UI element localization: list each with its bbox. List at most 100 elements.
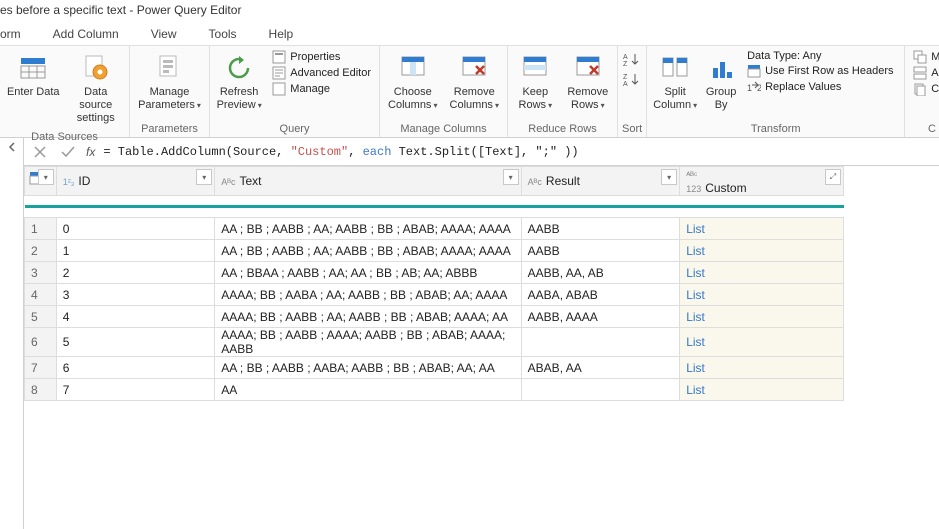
remove-columns-button[interactable]: RemoveColumns: [446, 48, 504, 116]
cell-id[interactable]: 3: [56, 284, 215, 306]
filter-button[interactable]: ▾: [661, 169, 677, 185]
keep-rows-button[interactable]: KeepRows: [512, 48, 559, 116]
enter-data-button[interactable]: Enter Data: [4, 48, 63, 103]
check-icon: [61, 146, 75, 158]
cell-custom[interactable]: List: [680, 284, 844, 306]
menu-add-column[interactable]: Add Column: [53, 27, 119, 41]
column-header-custom[interactable]: ᴬᴮᶜ123Custom⤢: [680, 167, 844, 196]
confirm-formula-button[interactable]: [58, 142, 78, 162]
cell-result[interactable]: AABB: [521, 218, 680, 240]
cell-result[interactable]: ABAB, AA: [521, 357, 680, 379]
cancel-formula-button[interactable]: [30, 142, 50, 162]
data-grid: ▾ 1²₃ID▾ AᴮᴄText▾ AᴮᴄResult▾ ᴬᴮᶜ123Custo…: [24, 166, 844, 401]
cell-text[interactable]: AA ; BBAA ; AABB ; AA; AA ; BB ; AB; AA;…: [215, 262, 521, 284]
table-row[interactable]: 87AA List: [25, 379, 844, 401]
cell-text[interactable]: AA ; BB ; AABB ; AABA; AABB ; BB ; ABAB;…: [215, 357, 521, 379]
queries-pane-toggle[interactable]: [0, 138, 24, 529]
filter-button[interactable]: ▾: [503, 169, 519, 185]
cell-custom[interactable]: List: [680, 328, 844, 357]
row-number[interactable]: 8: [25, 379, 57, 401]
data-source-settings-button[interactable]: Data source settings: [67, 48, 126, 129]
append-queries-button[interactable]: App: [913, 66, 939, 80]
chevron-left-icon: [7, 142, 17, 152]
formula-input[interactable]: = Table.AddColumn(Source, "Custom", each…: [103, 145, 578, 159]
combine-files-button[interactable]: Cor: [913, 82, 939, 96]
row-number[interactable]: 6: [25, 328, 57, 357]
cell-text[interactable]: AA: [215, 379, 521, 401]
advanced-editor-icon: [272, 66, 286, 80]
cell-text[interactable]: AA ; BB ; AABB ; AA; AABB ; BB ; ABAB; A…: [215, 218, 521, 240]
table-row[interactable]: 10AA ; BB ; AABB ; AA; AABB ; BB ; ABAB;…: [25, 218, 844, 240]
refresh-preview-button[interactable]: RefreshPreview: [214, 48, 264, 116]
menu-help[interactable]: Help: [269, 27, 294, 41]
merge-icon: [913, 50, 927, 64]
svg-text:Z: Z: [623, 74, 628, 81]
sort-asc-button[interactable]: AZ: [623, 52, 641, 68]
text-type-icon: Aᴮᴄ: [221, 177, 235, 187]
cell-custom[interactable]: List: [680, 379, 844, 401]
choose-columns-button[interactable]: ChooseColumns: [384, 48, 442, 116]
menu-tools[interactable]: Tools: [209, 27, 237, 41]
merge-queries-button[interactable]: Mer: [913, 50, 939, 64]
table-row[interactable]: 76AA ; BB ; AABB ; AABA; AABB ; BB ; ABA…: [25, 357, 844, 379]
remove-rows-button[interactable]: RemoveRows: [563, 48, 613, 116]
table-row[interactable]: 54AAAA; BB ; AABB ; AA; AABB ; BB ; ABAB…: [25, 306, 844, 328]
first-row-headers-button[interactable]: Use First Row as Headers: [747, 64, 897, 78]
sort-desc-button[interactable]: ZA: [623, 72, 641, 88]
filter-button[interactable]: ▾: [196, 169, 212, 185]
cell-text[interactable]: AAAA; BB ; AABB ; AAAA; AABB ; BB ; ABAB…: [215, 328, 521, 357]
menu-view[interactable]: View: [151, 27, 177, 41]
cell-text[interactable]: AAAA; BB ; AABA ; AA; AABB ; BB ; ABAB; …: [215, 284, 521, 306]
cell-text[interactable]: AA ; BB ; AABB ; AA; AABB ; BB ; ABAB; A…: [215, 240, 521, 262]
cell-id[interactable]: 7: [56, 379, 215, 401]
cell-result[interactable]: [521, 379, 680, 401]
manage-parameters-button[interactable]: ManageParameters: [134, 48, 205, 116]
manage-button[interactable]: Manage: [272, 82, 371, 96]
column-header-id[interactable]: 1²₃ID▾: [56, 167, 215, 196]
cell-custom[interactable]: List: [680, 357, 844, 379]
gear-page-icon: [80, 52, 112, 84]
manage-icon: [272, 82, 286, 96]
cell-result[interactable]: AABA, ABAB: [521, 284, 680, 306]
column-header-result[interactable]: AᴮᴄResult▾: [521, 167, 680, 196]
cell-result[interactable]: AABB, AAAA: [521, 306, 680, 328]
cell-result[interactable]: AABB: [521, 240, 680, 262]
cell-result[interactable]: [521, 328, 680, 357]
table-row[interactable]: 21AA ; BB ; AABB ; AA; AABB ; BB ; ABAB;…: [25, 240, 844, 262]
cell-id[interactable]: 2: [56, 262, 215, 284]
row-number[interactable]: 4: [25, 284, 57, 306]
replace-values-button[interactable]: 12 Replace Values: [747, 80, 897, 94]
cell-custom[interactable]: List: [680, 240, 844, 262]
cell-custom[interactable]: List: [680, 218, 844, 240]
properties-button[interactable]: Properties: [272, 50, 371, 64]
cell-custom[interactable]: List: [680, 262, 844, 284]
table-row[interactable]: 65AAAA; BB ; AABB ; AAAA; AABB ; BB ; AB…: [25, 328, 844, 357]
row-number[interactable]: 2: [25, 240, 57, 262]
advanced-editor-button[interactable]: Advanced Editor: [272, 66, 371, 80]
cell-id[interactable]: 0: [56, 218, 215, 240]
group-by-button[interactable]: Group By: [703, 48, 739, 116]
table-icon: [17, 52, 49, 84]
row-number[interactable]: 1: [25, 218, 57, 240]
row-number[interactable]: 5: [25, 306, 57, 328]
cell-result[interactable]: AABB, AA, AB: [521, 262, 680, 284]
table-corner[interactable]: ▾: [25, 167, 57, 196]
row-number[interactable]: 3: [25, 262, 57, 284]
data-type-dropdown[interactable]: Data Type: Any: [747, 50, 897, 62]
cell-id[interactable]: 6: [56, 357, 215, 379]
cell-id[interactable]: 5: [56, 328, 215, 357]
cell-custom[interactable]: List: [680, 306, 844, 328]
expand-button[interactable]: ⤢: [825, 169, 841, 185]
table-row[interactable]: 32AA ; BBAA ; AABB ; AA; AA ; BB ; AB; A…: [25, 262, 844, 284]
cell-id[interactable]: 1: [56, 240, 215, 262]
row-number[interactable]: 7: [25, 357, 57, 379]
chevron-down-icon[interactable]: ▾: [38, 169, 54, 185]
properties-icon: [272, 50, 286, 64]
split-column-button[interactable]: SplitColumn: [651, 48, 699, 116]
cell-id[interactable]: 4: [56, 306, 215, 328]
cell-text[interactable]: AAAA; BB ; AABB ; AA; AABB ; BB ; ABAB; …: [215, 306, 521, 328]
menu-transform[interactable]: orm: [0, 27, 21, 41]
column-header-text[interactable]: AᴮᴄText▾: [215, 167, 521, 196]
fx-icon: fx: [86, 145, 95, 159]
table-row[interactable]: 43AAAA; BB ; AABA ; AA; AABB ; BB ; ABAB…: [25, 284, 844, 306]
